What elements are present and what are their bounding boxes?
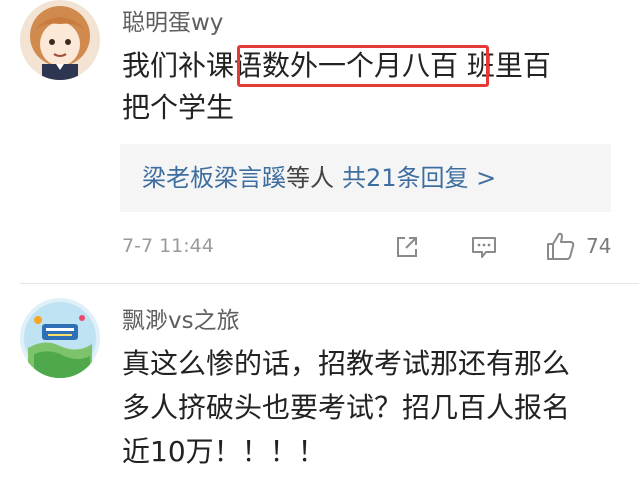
thumbs-up-icon [547, 232, 575, 260]
comment-button[interactable] [469, 232, 499, 262]
username[interactable]: 飘渺vs之旅 [122, 310, 240, 333]
comment-text-line-2: 把个学生 [122, 91, 235, 124]
comment-text-line-3: 近10万！！！！ [122, 435, 326, 468]
reply-preview-names[interactable]: 梁老板梁言蹊 [142, 164, 286, 192]
share-out-icon [397, 237, 417, 257]
highlight-box [237, 45, 489, 87]
divider [20, 283, 639, 284]
comment-text-line-1: 真这么惨的话，招教考试那还有那么 [122, 347, 571, 380]
like-button[interactable] [544, 229, 578, 263]
comment-bubble-icon [472, 237, 496, 258]
reply-preview[interactable]: 梁老板梁言蹊等人 共21条回复 > [120, 144, 611, 212]
comment-text-prefix: 我们补课 [122, 49, 235, 82]
comment-text-line-2: 多人挤破头也要考试？招几百人报名 [122, 391, 571, 424]
anime-girl-avatar-icon [20, 0, 100, 80]
travel-badge-avatar-icon [20, 298, 100, 378]
username[interactable]: 聪明蛋wy [122, 12, 223, 35]
timestamp: 7-7 11:44 [122, 235, 214, 257]
comment-list: 聪明蛋wy 我们补课语数外一个月八百 班里百 把个学生 梁老板梁言蹊等人 共21条… [0, 0, 639, 484]
share-button[interactable] [392, 232, 422, 262]
reply-preview-connector: 等人 [286, 164, 334, 192]
like-count: 74 [586, 234, 612, 258]
avatar[interactable] [20, 0, 100, 80]
reply-count-link[interactable]: 共21条回复 > [342, 164, 496, 192]
avatar[interactable] [20, 298, 100, 378]
